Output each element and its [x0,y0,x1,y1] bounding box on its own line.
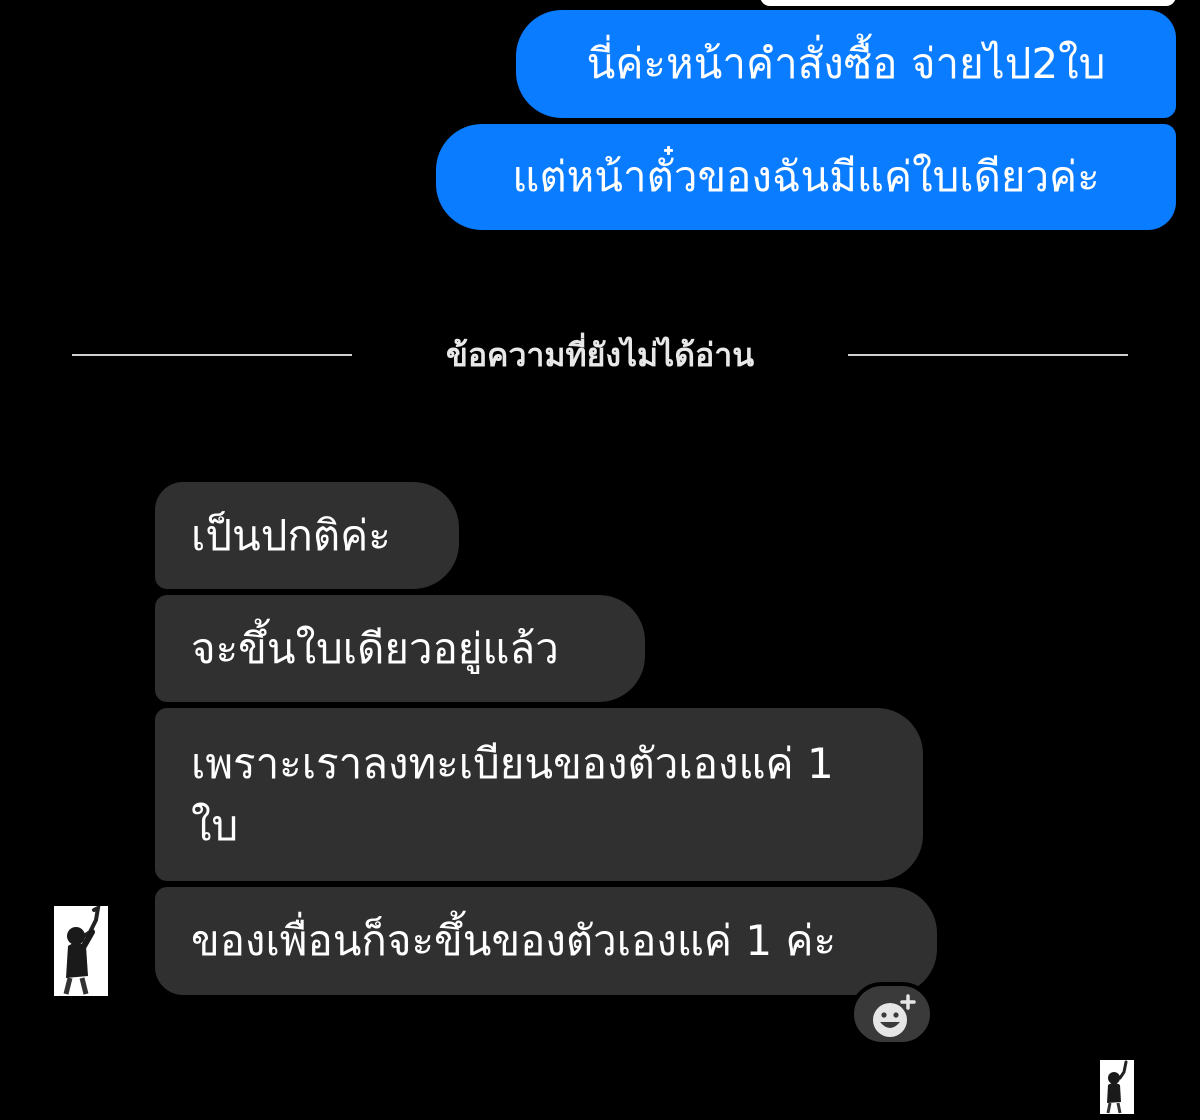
unread-divider-label: ข้อความที่ยังไม่ได้อ่าน [445,336,755,374]
read-receipt-figure-icon [1100,1060,1134,1114]
incoming-message-2[interactable]: จะขึ้นใบเดียวอยู่แล้ว [155,595,645,702]
incoming-message-1-text: เป็นปกติค่ะ [191,510,391,560]
incoming-message-1[interactable]: เป็นปกติค่ะ [155,482,459,589]
outgoing-message-2-text: แต่หน้าตั๋วของฉันมีแค่ใบเดียวค่ะ [512,152,1100,201]
previous-message-edge [760,0,1176,6]
read-receipt-avatar [1100,1060,1134,1114]
incoming-message-3-text: เพราะเราลงทะเบียนของตัวเองแค่ 1 ใบ [191,738,834,850]
incoming-message-4[interactable]: ของเพื่อนก็จะขึ้นของตัวเองแค่ 1 ค่ะ [155,887,937,995]
outgoing-message-1-text: นี่ค่ะหน้าคำสั่งซื้อ จ่ายไป2ใบ [586,39,1106,88]
outgoing-message-1[interactable]: นี่ค่ะหน้าคำสั่งซื้อ จ่ายไป2ใบ [516,10,1176,118]
unread-divider-line-right [848,354,1128,356]
add-reaction-icon [873,994,916,1037]
avatar-figure-icon [54,906,108,996]
incoming-message-2-text: จะขึ้นใบเดียวอยู่แล้ว [191,623,559,673]
unread-divider-line-left [72,354,352,356]
add-reaction-button[interactable] [850,982,934,1046]
contact-avatar[interactable] [54,906,108,996]
outgoing-message-2[interactable]: แต่หน้าตั๋วของฉันมีแค่ใบเดียวค่ะ [436,124,1176,230]
incoming-message-3[interactable]: เพราะเราลงทะเบียนของตัวเองแค่ 1 ใบ [155,708,923,881]
incoming-message-4-text: ของเพื่อนก็จะขึ้นของตัวเองแค่ 1 ค่ะ [191,916,837,965]
